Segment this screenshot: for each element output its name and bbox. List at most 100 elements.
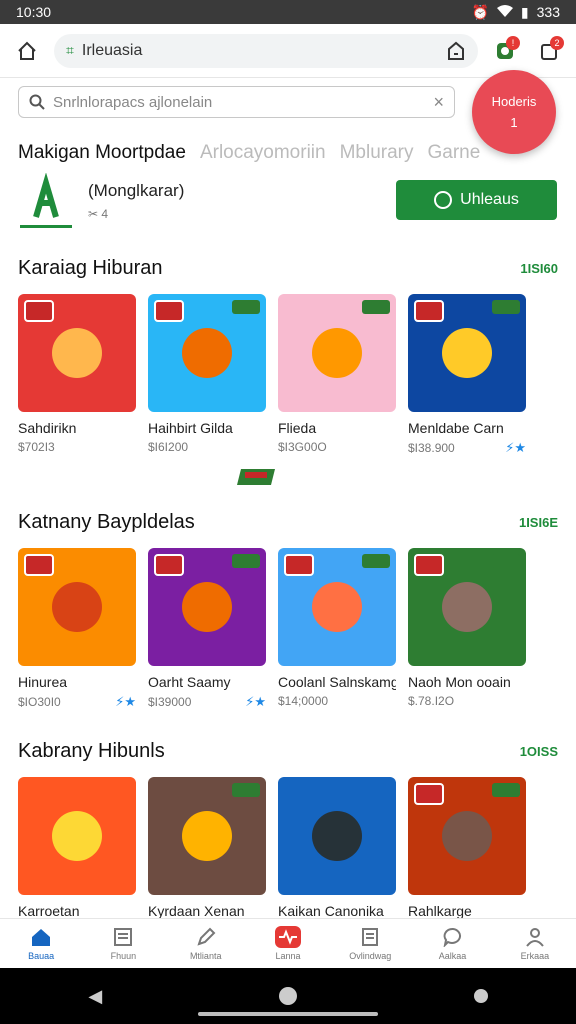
game-title: Naoh Mon ooain (408, 674, 511, 690)
browser-toolbar: ⌗ Irleuasia ! 2 (0, 24, 576, 78)
game-price: $I38.900 (408, 441, 455, 455)
game-card[interactable]: Sahdirikn $702I3 (18, 294, 136, 456)
game-price: $14;0000 (278, 694, 329, 708)
game-thumbnail (148, 294, 266, 412)
game-card[interactable]: Menldabe Carn $I38.900 ⚡★ (408, 294, 526, 456)
section-title: Karaiag Hiburan (18, 256, 163, 279)
app-meta: ✂ 4 (88, 207, 109, 221)
game-thumbnail (18, 294, 136, 412)
home-button[interactable] (10, 34, 44, 68)
search-icon (29, 94, 45, 110)
address-text: Irleuasia (81, 41, 143, 59)
app-name: (Monglkarar) (88, 181, 185, 200)
search-bar[interactable]: Snrlnlorapacs ajlonelain × (18, 86, 455, 118)
game-card[interactable]: Hinurea $IO30I0 ⚡★ (18, 548, 136, 710)
game-title: Karroetan (18, 903, 80, 919)
game-title: Kyrdaan Xenan (148, 903, 245, 919)
see-more-link[interactable]: 1ISI6E (519, 515, 558, 530)
fab-label: Hoderis (491, 94, 537, 109)
game-thumbnail (408, 294, 526, 412)
nav-profile[interactable]: Erkaaa (505, 926, 565, 961)
pulse-icon (274, 926, 301, 948)
newspaper-icon (110, 926, 136, 948)
recents-icon[interactable] (473, 989, 488, 1003)
site-icon: ⌗ (66, 42, 74, 58)
search-placeholder: Snrlnlorapacs ajlonelain (53, 93, 213, 111)
status-time: 10:30 (16, 4, 52, 20)
nav-notes[interactable]: Ovlindwag (340, 926, 400, 961)
game-title: Rahlkarge (408, 903, 472, 919)
nav-home[interactable]: Bauaa (11, 926, 71, 961)
chat-icon (440, 926, 466, 948)
tabs-button[interactable]: 2 (532, 34, 566, 68)
game-card[interactable]: Coolanl Salnskamg $14;0000 (278, 548, 396, 710)
rating-icon: ⚡★ (505, 440, 526, 455)
pencil-icon (193, 926, 219, 948)
game-card[interactable]: Kyrdaan Xenan (148, 777, 266, 919)
nav-tools[interactable]: Mtlianta (176, 926, 236, 961)
game-thumbnail (408, 548, 526, 666)
category-tabs: Makigan Moortpdae Arlocayomoriin Mblurar… (18, 142, 480, 164)
game-thumbnail (408, 777, 526, 895)
game-title: Kaikan Canonika (278, 903, 384, 919)
fab-icon: 1 (510, 115, 518, 130)
game-thumbnail (278, 777, 396, 895)
install-icon (434, 191, 453, 209)
home-circle-icon[interactable] (278, 987, 297, 1005)
game-price: $702I3 (18, 440, 55, 454)
tabs-count-badge: 2 (550, 35, 564, 50)
nav-chat[interactable]: Aalkaa (423, 926, 483, 961)
game-card[interactable]: Rahlkarge (408, 777, 526, 919)
address-bar[interactable]: ⌗ Irleuasia (54, 33, 478, 68)
game-title: Haihbirt Gilda (148, 420, 233, 436)
bottom-navigation: Bauaa Fhuun Mtlianta Lanna Ovlindwag Aal… (0, 918, 576, 968)
promo-banner-icon (237, 469, 275, 485)
game-card[interactable]: Karroetan (18, 777, 136, 919)
game-card[interactable]: Kaikan Canonika (278, 777, 396, 919)
see-more-link[interactable]: 1ISI60 (520, 261, 558, 276)
rating-icon: ⚡★ (115, 694, 136, 709)
extension-button[interactable]: ! (488, 34, 522, 68)
battery-level: 333 (536, 4, 560, 20)
game-title: Coolanl Salnskamg (278, 674, 396, 690)
see-more-link[interactable]: 1OISS (520, 744, 558, 759)
game-price: $IO30I0 (18, 695, 61, 709)
game-title: Oarht Saamy (148, 674, 231, 690)
floating-action-button[interactable]: Hoderis 1 (472, 70, 556, 154)
notification-badge: ! (506, 35, 520, 50)
shop-icon[interactable] (446, 41, 466, 61)
game-card[interactable]: Flieda $I3G00O (278, 294, 396, 456)
game-thumbnail (278, 294, 396, 412)
game-title: Hinurea (18, 674, 68, 690)
wifi-icon (496, 4, 513, 20)
home-icon (28, 926, 54, 948)
game-thumbnail (278, 548, 396, 666)
game-title: Menldabe Carn (408, 420, 504, 436)
game-price: $.78.I2O (408, 694, 455, 708)
back-icon[interactable]: ◀ (88, 986, 102, 1007)
install-button[interactable]: Uhleaus (396, 180, 557, 220)
game-thumbnail (18, 777, 136, 895)
tab-accounting[interactable]: Arlocayomoriin (200, 142, 326, 164)
game-card[interactable]: Oarht Saamy $I39000 ⚡★ (148, 548, 266, 710)
gesture-bar[interactable] (198, 1012, 378, 1016)
game-price: $I3G00O (278, 440, 327, 454)
nav-live[interactable]: Lanna (258, 926, 318, 961)
game-title: Sahdirikn (18, 420, 77, 436)
game-card[interactable]: Haihbirt Gilda $I6I200 (148, 294, 266, 456)
tab-library[interactable]: Mblurary (340, 142, 414, 164)
section-title: Katnany Baypldelas (18, 510, 195, 533)
tab-games[interactable]: Garne (428, 142, 481, 164)
battery-icon: ▮ (520, 3, 529, 20)
tab-marketplace[interactable]: Makigan Moortpdae (18, 142, 186, 164)
section-3: Kabrany Hibunls 1OISS Karroetan Kyrdaan … (18, 737, 558, 919)
nav-feed[interactable]: Fhuun (93, 926, 153, 961)
game-price: $I6I200 (148, 440, 189, 454)
user-icon (522, 926, 548, 948)
game-thumbnail (148, 777, 266, 895)
note-icon (357, 926, 383, 948)
clear-icon[interactable]: × (433, 92, 444, 113)
game-card[interactable]: Naoh Mon ooain $.78.I2O (408, 548, 526, 710)
install-label: Uhleaus (460, 191, 519, 208)
app-logo (18, 172, 74, 229)
